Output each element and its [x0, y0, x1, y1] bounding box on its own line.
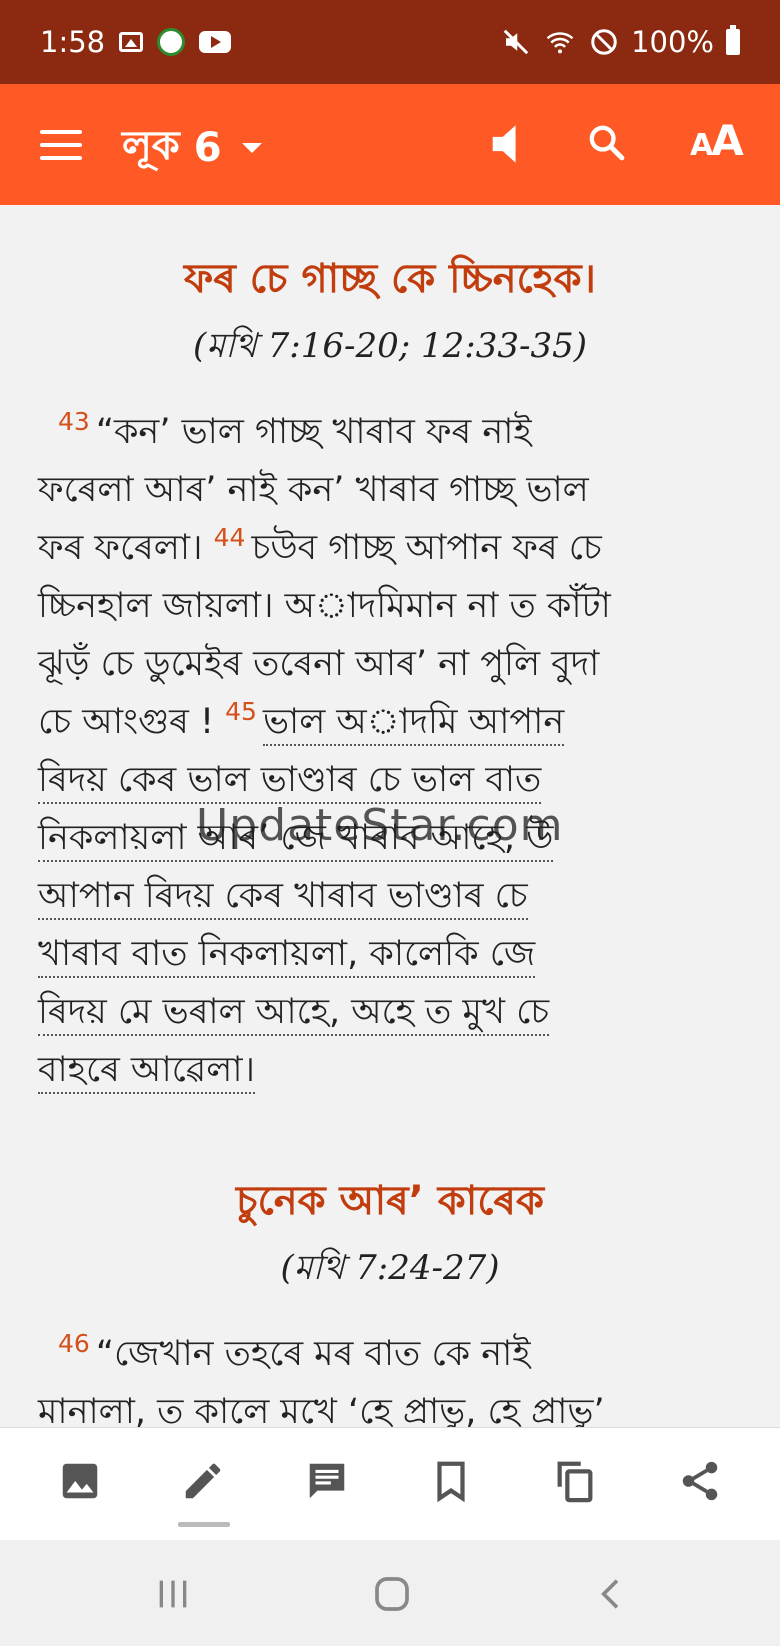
section-heading: ফৰ চে গাচ্ছ কে চ্চিনহেক। — [184, 256, 596, 302]
section-reference: (মথি 7:16-20; 12:33-35) — [192, 326, 588, 366]
app-bar: লূক 6 AA — [0, 84, 780, 205]
highlighted-text[interactable]: ৰিদয় মে ভৰাল আহে, অহে ত মুখ চে — [38, 992, 550, 1036]
highlighted-text[interactable]: ৰিদয় কেৰ ভাল ভাণ্ডাৰ চে ভাল বাত — [38, 760, 542, 804]
section-heading: চুনেক আৰ’ কাৰেক — [236, 1178, 544, 1224]
verse-number: 45 — [225, 697, 257, 727]
search-icon[interactable] — [586, 122, 626, 162]
chapter-number: 6 — [193, 124, 222, 171]
app-badge-icon — [157, 28, 186, 56]
verse-line[interactable]: 43 “কন’ ভাল গাচ্ছ খাৰাব ফৰ নাই — [0, 403, 780, 461]
section-reference: (মথি 7:24-27) — [280, 1248, 500, 1288]
verse-line[interactable]: আপান ৰিদয় কেৰ খাৰাব ভাণ্ডাৰ চে — [0, 867, 780, 925]
note-icon[interactable] — [304, 1458, 350, 1504]
battery-icon — [726, 25, 740, 55]
recent-apps-icon[interactable] — [153, 1574, 193, 1614]
verse-line[interactable]: 46 “জেখান তহৰে মৰ বাত কে নাই — [0, 1325, 780, 1383]
verse-line[interactable]: মানালা, ত কালে মখে ‘হে প্ৰাভু, হে প্ৰাভু… — [0, 1383, 780, 1427]
verse-line[interactable]: ফৰ ফৰেলা। 44 চউব গাচ্ছ আপান ফৰ চে — [0, 519, 780, 577]
copy-icon[interactable] — [552, 1458, 598, 1504]
chevron-down-icon — [241, 142, 262, 153]
verse-line[interactable]: চ্চিনহাল জায়লা। অাদমিমান না ত কাঁটা — [0, 577, 780, 635]
do-not-disturb-icon — [591, 29, 617, 55]
status-bar: 1:58 100% — [0, 0, 780, 84]
menu-icon[interactable] — [40, 130, 82, 160]
back-icon[interactable] — [592, 1574, 632, 1614]
verse-line[interactable]: চে আংগুৰ ! 45 ভাল অাদমি আপান — [0, 693, 780, 751]
book-name: লূক — [122, 123, 180, 169]
highlighted-text[interactable]: বাহৰে আৱেলা। — [38, 1050, 256, 1094]
highlighted-text[interactable]: ভাল অাদমি আপান — [262, 702, 565, 746]
verse-line[interactable]: ৰিদয় মে ভৰাল আহে, অহে ত মুখ চে — [0, 983, 780, 1041]
battery-percent: 100% — [631, 25, 714, 59]
system-nav-bar — [0, 1540, 780, 1646]
image-icon[interactable] — [57, 1458, 103, 1504]
verse-line[interactable]: খাৰাব বাত নিকলায়লা, কালেকি জে — [0, 925, 780, 983]
chapter-selector[interactable]: লূক 6 — [122, 114, 262, 181]
verse-number: 46 — [58, 1329, 90, 1359]
bookmark-icon[interactable] — [428, 1458, 474, 1504]
wifi-icon — [546, 32, 574, 54]
bottom-toolbar — [0, 1427, 780, 1541]
highlighted-text[interactable]: আপান ৰিদয় কেৰ খাৰাব ভাণ্ডাৰ চে — [38, 876, 528, 920]
verse-number: 43 — [58, 407, 90, 437]
audio-icon[interactable] — [492, 124, 522, 164]
active-tool-indicator — [178, 1522, 230, 1527]
mute-icon — [503, 29, 529, 55]
highlight-pen-icon[interactable] — [180, 1458, 226, 1504]
highlighted-text[interactable]: খাৰাব বাত নিকলায়লা, কালেকি জে — [38, 934, 536, 978]
verse-number: 44 — [213, 523, 246, 553]
verse-line[interactable]: বাহৰে আৱেলা। — [0, 1041, 780, 1099]
status-time: 1:58 — [40, 25, 106, 59]
font-size-icon[interactable]: AA — [690, 116, 744, 165]
verse-line[interactable]: ঝূড়ঁ চে ডুমেইৰ তৰেনা আৰ’ না পুলি বুদা — [0, 635, 780, 693]
watermark: UpdateStar.com — [196, 800, 564, 851]
youtube-icon — [199, 31, 232, 53]
share-icon[interactable] — [677, 1458, 723, 1504]
verse-line[interactable]: ফৰেলা আৰ’ নাই কন’ খাৰাব গাচ্ছ ভাল — [0, 461, 780, 519]
gallery-icon — [119, 32, 144, 52]
home-icon[interactable] — [372, 1574, 412, 1614]
